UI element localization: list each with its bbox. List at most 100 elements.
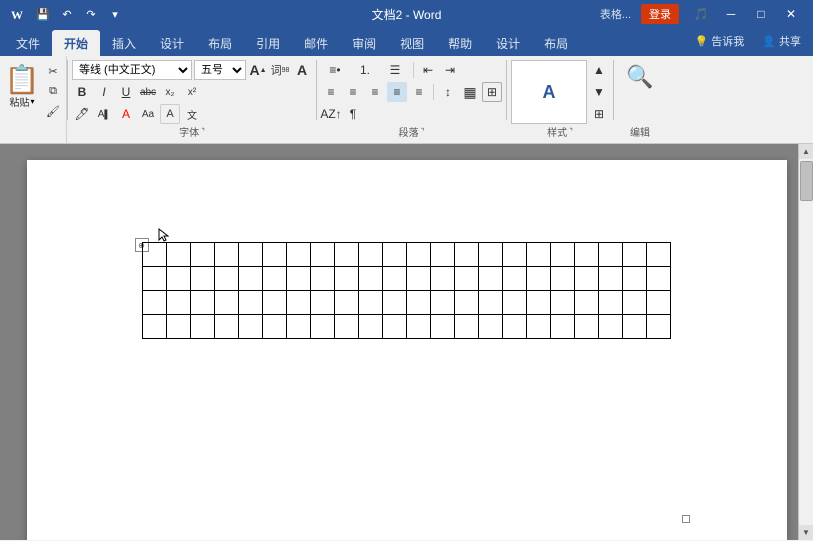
justify-btn[interactable]: ≡ — [387, 82, 407, 102]
table-cell[interactable] — [190, 315, 214, 339]
subscript-button[interactable]: x₂ — [160, 82, 180, 102]
table-cell[interactable] — [646, 243, 670, 267]
bullets-btn[interactable]: ≡• — [321, 60, 349, 80]
table-cell[interactable] — [190, 243, 214, 267]
table-cell[interactable] — [550, 291, 574, 315]
strikethrough-button[interactable]: abc — [138, 82, 158, 102]
table-cell[interactable] — [358, 315, 382, 339]
table-cell[interactable] — [214, 291, 238, 315]
table-cell[interactable] — [214, 315, 238, 339]
table-cell[interactable] — [550, 243, 574, 267]
table-cell[interactable] — [598, 291, 622, 315]
table-cell[interactable] — [286, 267, 310, 291]
table-cell[interactable] — [478, 315, 502, 339]
word-table[interactable] — [142, 242, 671, 339]
table-cell[interactable] — [334, 243, 358, 267]
table-cell[interactable] — [550, 315, 574, 339]
tab-design[interactable]: 设计 — [148, 30, 196, 56]
table-cell[interactable] — [598, 243, 622, 267]
tab-file[interactable]: 文件 — [4, 30, 52, 56]
table-cell[interactable] — [454, 291, 478, 315]
table-cell[interactable] — [142, 243, 166, 267]
tab-mailings[interactable]: 邮件 — [292, 30, 340, 56]
table-cell[interactable] — [334, 291, 358, 315]
table-cell[interactable] — [334, 267, 358, 291]
table-cell[interactable] — [262, 243, 286, 267]
table-cell[interactable] — [214, 243, 238, 267]
table-cell[interactable] — [286, 315, 310, 339]
numbering-btn[interactable]: 1. — [351, 60, 379, 80]
table-cell[interactable] — [190, 291, 214, 315]
copy-button[interactable]: ⧉ — [42, 82, 64, 100]
font-shrink-btn[interactable]: A — [292, 60, 312, 80]
table-cell[interactable] — [454, 243, 478, 267]
align-left-btn[interactable]: ≡ — [321, 82, 341, 102]
table-cell[interactable] — [406, 243, 430, 267]
table-cell[interactable] — [574, 315, 598, 339]
text-highlight-btn[interactable]: 🖊 — [72, 104, 92, 124]
increase-indent-btn[interactable]: ⇥ — [440, 60, 460, 80]
find-button[interactable]: 🔍 — [618, 60, 662, 94]
font-name-select[interactable]: 等线 (中文正文) — [72, 60, 192, 80]
table-cell[interactable] — [622, 315, 646, 339]
table-cell[interactable] — [622, 267, 646, 291]
case-btn[interactable]: Aa — [138, 104, 158, 124]
table-cell[interactable] — [406, 315, 430, 339]
restore-btn[interactable]: □ — [747, 4, 775, 24]
table-cell[interactable] — [166, 267, 190, 291]
table-cell[interactable] — [166, 243, 190, 267]
table-cell[interactable] — [598, 315, 622, 339]
redo-quick-btn[interactable]: ↷ — [80, 3, 102, 25]
para-expand-icon[interactable]: ⌝ — [421, 127, 425, 136]
table-cell[interactable] — [142, 315, 166, 339]
table-cell[interactable] — [238, 291, 262, 315]
table-cell[interactable] — [454, 267, 478, 291]
sort-btn[interactable]: AZ↑ — [321, 104, 341, 124]
table-cell[interactable] — [310, 315, 334, 339]
table-cell[interactable] — [478, 291, 502, 315]
customize-quick-btn[interactable]: ▾ — [104, 3, 126, 25]
table-cell[interactable] — [526, 243, 550, 267]
styles-more-btn[interactable]: ⊞ — [589, 104, 609, 124]
table-cell[interactable] — [358, 291, 382, 315]
table-cell[interactable] — [310, 291, 334, 315]
decrease-indent-btn[interactable]: ⇤ — [418, 60, 438, 80]
table-cell[interactable] — [406, 267, 430, 291]
multilevel-btn[interactable]: ☰ — [381, 60, 409, 80]
table-cell[interactable] — [190, 267, 214, 291]
share-btn[interactable]: 👤 共享 — [754, 28, 809, 54]
scroll-down-btn[interactable]: ▼ — [799, 525, 813, 540]
table-cell[interactable] — [430, 243, 454, 267]
line-spacing-btn[interactable]: ↕ — [438, 82, 458, 102]
login-button[interactable]: 登录 — [641, 4, 679, 24]
table-cell[interactable] — [358, 267, 382, 291]
table-cell[interactable] — [382, 291, 406, 315]
table-cell[interactable] — [262, 315, 286, 339]
paste-button[interactable]: 📋 粘贴 ▾ — [2, 60, 42, 114]
table-cell[interactable] — [358, 243, 382, 267]
table-cell[interactable] — [262, 267, 286, 291]
table-cell[interactable] — [550, 267, 574, 291]
border-btn[interactable]: ⊞ — [482, 82, 502, 102]
table-cell[interactable] — [526, 291, 550, 315]
tab-insert[interactable]: 插入 — [100, 30, 148, 56]
underline-button[interactable]: U — [116, 82, 136, 102]
table-cell[interactable] — [286, 291, 310, 315]
table-cell[interactable] — [622, 243, 646, 267]
table-cell[interactable] — [430, 267, 454, 291]
bold-button[interactable]: B — [72, 82, 92, 102]
table-cell[interactable] — [142, 267, 166, 291]
table-cell[interactable] — [334, 315, 358, 339]
table-cell[interactable] — [622, 291, 646, 315]
font-expand-icon[interactable]: ⌝ — [201, 127, 205, 136]
cut-button[interactable]: ✂ — [42, 62, 64, 80]
table-cell[interactable] — [310, 243, 334, 267]
font-size-select[interactable]: 五号 — [194, 60, 246, 80]
table-cell[interactable] — [454, 315, 478, 339]
table-cell[interactable] — [382, 315, 406, 339]
styles-expand-icon[interactable]: ⌝ — [569, 127, 573, 136]
clear-format-btn[interactable]: 词98 — [270, 60, 290, 80]
table-cell[interactable] — [502, 243, 526, 267]
tell-me-btn[interactable]: 💡 告诉我 — [686, 28, 752, 54]
table-cell[interactable] — [478, 243, 502, 267]
